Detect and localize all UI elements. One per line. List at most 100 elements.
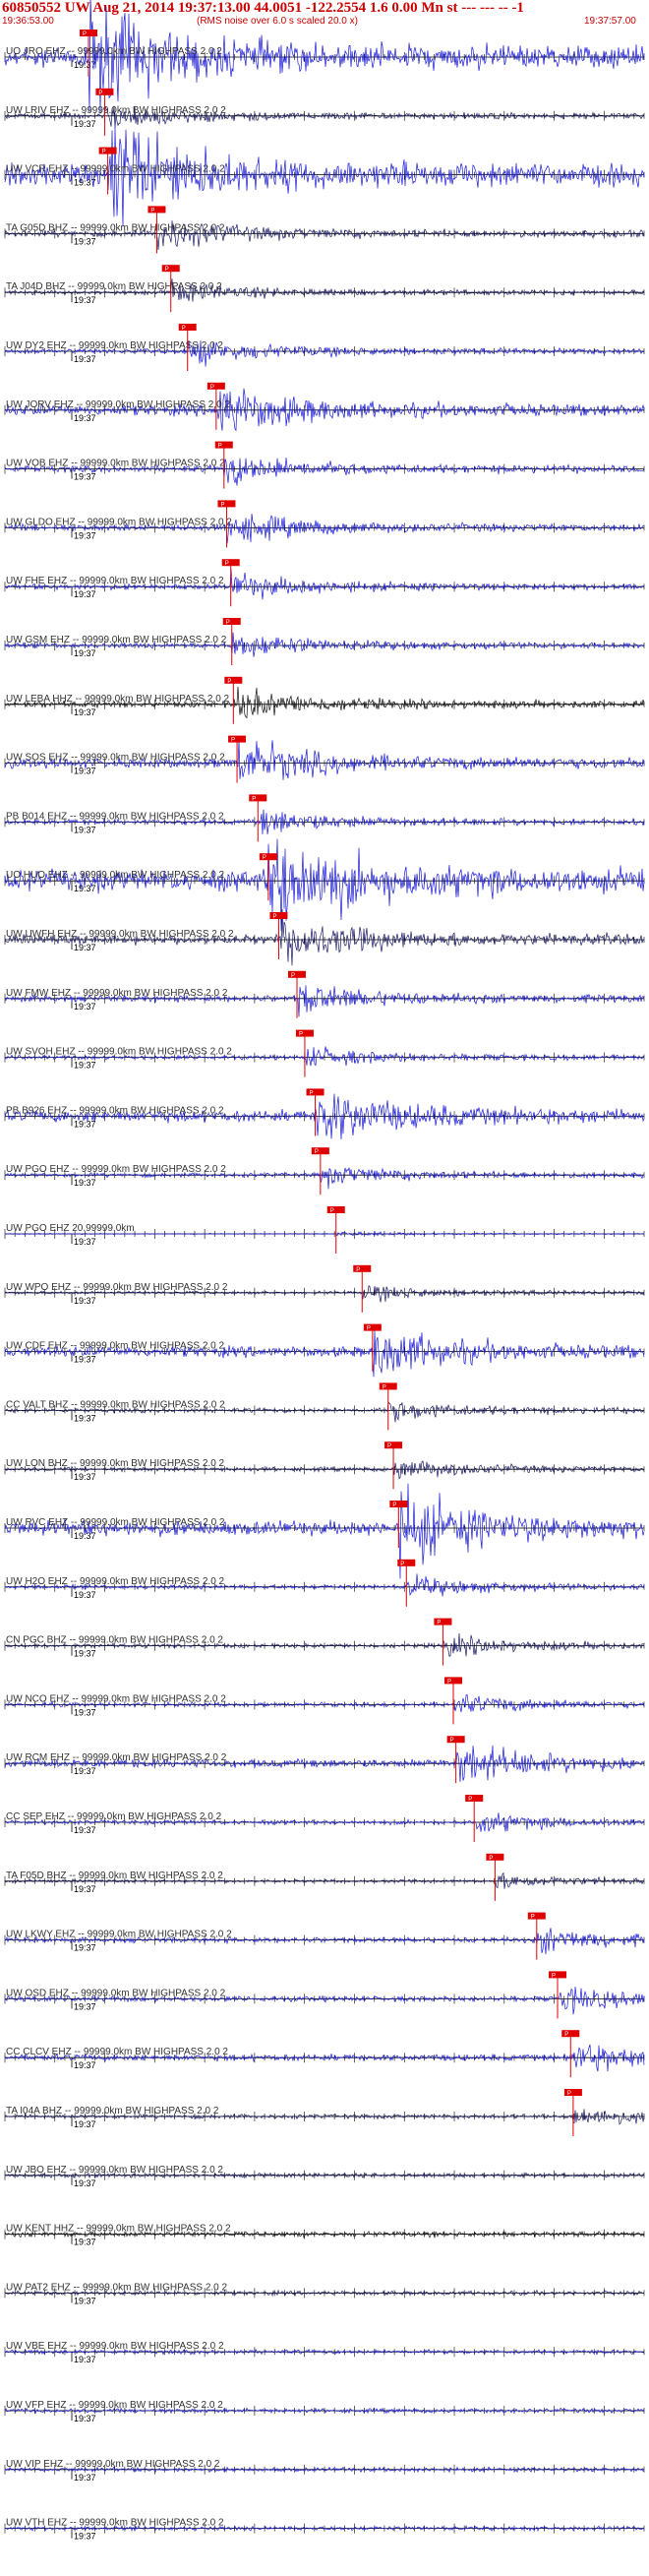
- pick-label: P: [150, 208, 154, 214]
- channel-label: UW KENT HHZ -- 99999.0km BW HIGHPASS 2.0…: [6, 2224, 231, 2235]
- minute-label: 19:37: [74, 2001, 96, 2011]
- trace-8: 19:37 UW GLDO EHZ -- 99999.0km BW HIGHPAS…: [4, 500, 645, 548]
- minute-label: 19:37: [74, 119, 96, 129]
- waveform: [4, 1483, 645, 1579]
- pick-label: P: [567, 2091, 571, 2097]
- pick-label: P: [220, 502, 224, 508]
- pick-label: P: [98, 91, 102, 96]
- channel-label: CN PGC BHZ -- 99999.0km BW HIGHPASS 2.0 …: [6, 1635, 223, 1646]
- minute-label: 19:37: [74, 2238, 96, 2247]
- trace-41: 19:37 UW VIP EHZ -- 99999.0km BW HIGHPASS…: [4, 2459, 645, 2483]
- trace-12: 19:37 UW SOS EHZ -- 99999.0km BW HIGHPASS…: [4, 735, 645, 783]
- minute-label: 19:37: [74, 2119, 96, 2129]
- minute-label: 19:37: [74, 295, 96, 305]
- trace-3: 19:37 TA G05D BHZ -- 99999.0km BW HIGHPAS…: [4, 206, 645, 254]
- channel-label: UW VCR EHZ -- 99999.0km BW HIGHPASS 2.0 …: [6, 164, 225, 175]
- channel-label: CC CLCV EHZ -- 99999.0km BW HIGHPASS 2.0…: [6, 2047, 228, 2057]
- minute-label: 19:37: [74, 648, 96, 658]
- minute-label: 19:37: [74, 354, 96, 364]
- minute-label: 19:37: [74, 2532, 96, 2542]
- minute-label: 19:37: [74, 1649, 96, 1659]
- minute-label: 19:37: [74, 707, 96, 717]
- channel-label: UW SOS EHZ -- 99999.0km BW HIGHPASS 2.0 …: [6, 753, 225, 764]
- channel-label: UW LON BHZ -- 99999.0km BW HIGHPASS 2.0 …: [6, 1458, 225, 1469]
- minute-label: 19:37: [74, 1296, 96, 1306]
- channel-label: UW PGO EHZ 20.99999.0km: [6, 1223, 135, 1234]
- trace-24: 19:37 UW LON BHZ -- 99999.0km BW HIGHPASS…: [4, 1441, 645, 1490]
- minute-label: 19:37: [74, 1355, 96, 1365]
- minute-label: 19:37: [74, 825, 96, 834]
- pick-label: P: [299, 1032, 303, 1038]
- trace-2: 19:37UW VCR EHZ -- 99999.0km BW HIGHPASS…: [4, 126, 645, 227]
- channel-label: UW FMW EHZ -- 99999.0km BW HIGHPASS 2.0 …: [6, 988, 228, 999]
- trace-39: 19:37 UW VBE EHZ -- 99999.0km BW HIGHPASS…: [4, 2341, 645, 2364]
- minute-label: 19:37: [74, 767, 96, 776]
- pick-label: P: [225, 561, 229, 567]
- channel-label: UW GLDO EHZ -- 99999.0km BW HIGHPASS 2.0…: [6, 517, 232, 527]
- channel-label: UW OSD EHZ -- 99999.0km BW HIGHPASS 2.0 …: [6, 1988, 226, 1998]
- trace-30: 19:37 CC SEP EHZ -- 99999.0km BW HIGHPASS…: [4, 1795, 645, 1842]
- channel-label: UW VIP EHZ -- 99999.0km BW HIGHPASS 2.0 …: [6, 2459, 220, 2470]
- minute-label: 19:37: [74, 472, 96, 482]
- minute-label: 19:37: [74, 1002, 96, 1012]
- pick-label: P: [392, 1503, 396, 1508]
- pick-label: P: [383, 1384, 386, 1390]
- pick-label: P: [231, 738, 235, 744]
- minute-label: 19:37: [74, 236, 96, 246]
- minute-label: 19:37: [74, 943, 96, 952]
- pick-label: P: [400, 1562, 404, 1567]
- minute-label: 19:37: [74, 530, 96, 540]
- channel-label: UW SVOH EHZ -- 99999.0km BW HIGHPASS 2.0…: [6, 1047, 232, 1058]
- pick-label: P: [252, 796, 256, 802]
- minute-label: 19:37: [74, 1472, 96, 1482]
- minute-label: 19:37: [74, 2355, 96, 2364]
- pick-label: P: [450, 1738, 454, 1744]
- channel-label: UW GSM EHZ -- 99999.0km BW HIGHPASS 2.0 …: [6, 635, 227, 645]
- trace-25: 19:37UW RVC EHZ -- 99999.0km BW HIGHPASS…: [4, 1483, 645, 1579]
- trace-1: 19:37 UW LRIV EHZ -- 99999.0km BW HIGHPAS…: [4, 88, 645, 136]
- minute-label: 19:37: [74, 1413, 96, 1423]
- channel-label: UW JBO EHZ -- 99999.0km BW HIGHPASS 2.0 …: [6, 2165, 223, 2176]
- channel-label: UW RCM EHZ -- 99999.0km BW HIGHPASS 2.0 …: [6, 1752, 227, 1763]
- channel-label: UW WPO EHZ -- 99999.0km BW HIGHPASS 2.0 …: [6, 1282, 228, 1293]
- pick-label: P: [447, 1679, 451, 1685]
- pick-label: P: [83, 31, 87, 37]
- pick-label: P: [310, 1090, 314, 1096]
- minute-label: 19:37: [74, 1943, 96, 1953]
- trace-9: 19:37 UW FHE EHZ -- 99999.0km BW HIGHPASS…: [4, 559, 645, 607]
- trace-10: 19:37 UW GSM EHZ -- 99999.0km BW HIGHPASS…: [4, 618, 645, 665]
- pick-label: P: [210, 385, 214, 391]
- trace-17: 19:37 UW SVOH EHZ -- 99999.0km BW HIGHPAS…: [4, 1029, 645, 1077]
- minute-label: 19:37: [74, 1119, 96, 1129]
- trace-16: 19:37 UW FMW EHZ -- 99999.0km BW HIGHPASS…: [4, 970, 645, 1018]
- channel-label: UW VBE EHZ -- 99999.0km BW HIGHPASS 2.0 …: [6, 2341, 224, 2352]
- trace-29: 19:37 UW RCM EHZ -- 99999.0km BW HIGHPASS…: [4, 1736, 645, 1784]
- pick-label: P: [330, 1208, 334, 1214]
- trace-19: 19:37 UW PGO EHZ -- 99999.0km BW HIGHPASS…: [4, 1147, 645, 1196]
- minute-label: 19:37: [74, 2296, 96, 2305]
- channel-label: UW VTH EHZ -- 99999.0km BW HIGHPASS 2.0 …: [6, 2518, 224, 2529]
- channel-label: UW DY2 EHZ -- 99999.0km BW HIGHPASS 2.0 …: [6, 340, 223, 351]
- trace-26: 19:37 UW H2O EHZ -- 99999.0km BW HIGHPASS…: [4, 1559, 645, 1607]
- minute-label: 19:37: [74, 2414, 96, 2423]
- trace-22: 19:37 UW CDF EHZ -- 99999.0km BW HIGHPASS…: [4, 1323, 645, 1378]
- pick-label: P: [263, 855, 266, 861]
- pick-label: P: [468, 1797, 472, 1803]
- minute-label: 19:37: [74, 1590, 96, 1600]
- pick-label: P: [437, 1621, 441, 1626]
- pick-label: P: [102, 150, 106, 155]
- trace-15: 19:37 UW UWFH EHZ -- 99999.0km BW HIGHPAS…: [4, 908, 645, 966]
- seismogram-panel: 19:37 UO JRO EHZ -- 99999.0km BW HIGHPASS…: [4, 0, 645, 2542]
- pick-label: P: [387, 1443, 391, 1449]
- channel-label: UW PAT2 EHZ -- 99999.0km BW HIGHPASS 2.0…: [6, 2282, 227, 2293]
- channel-label: TA I04A BHZ -- 99999.0km BW HIGHPASS 2.0…: [6, 2106, 219, 2116]
- trace-40: 19:37 UW VFP EHZ -- 99999.0km BW HIGHPASS…: [4, 2400, 645, 2423]
- channel-label: UW UWFH EHZ -- 99999.0km BW HIGHPASS 2.0…: [6, 929, 234, 940]
- pick-label: P: [218, 444, 222, 450]
- pick-label: P: [356, 1267, 360, 1273]
- minute-label: 19:37: [74, 1766, 96, 1776]
- channel-label: PB B014 EHZ -- 99999.0km BW HIGHPASS 2.0…: [6, 811, 224, 822]
- minute-label: 19:37: [74, 589, 96, 599]
- channel-label: UW LRIV EHZ -- 99999.0km BW HIGHPASS 2.0…: [6, 105, 226, 116]
- trace-11: 19:37 UW LEBA HHZ -- 99999.0km BW HIGHPAS…: [4, 676, 645, 724]
